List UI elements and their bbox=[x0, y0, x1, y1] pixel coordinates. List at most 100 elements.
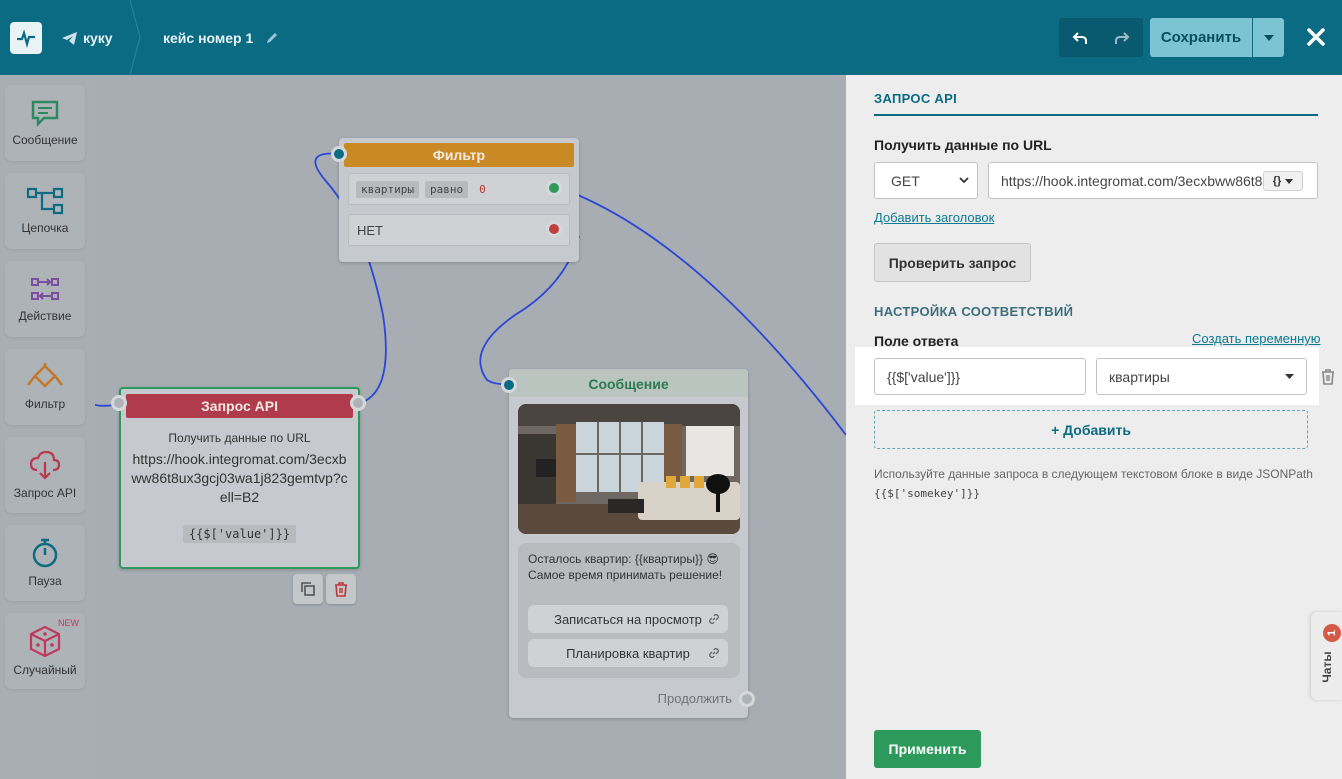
save-options-button[interactable] bbox=[1253, 18, 1284, 57]
palette-label: Случайный bbox=[13, 663, 77, 677]
chevron-down-icon bbox=[1263, 34, 1274, 41]
palette-label: Действие bbox=[18, 309, 72, 323]
api-node-path: {{$['value']}} bbox=[182, 525, 297, 543]
app-logo[interactable] bbox=[10, 22, 42, 54]
check-request-button[interactable]: Проверить запрос bbox=[874, 243, 1031, 282]
add-mapping-button[interactable]: + Добавить bbox=[874, 410, 1308, 449]
hint-text: Используйте данные запроса в следующем т… bbox=[874, 467, 1313, 481]
api-node-title: Запрос API bbox=[126, 394, 353, 418]
panel-divider bbox=[874, 114, 1318, 116]
palette-item-chain[interactable]: Цепочка bbox=[5, 173, 85, 249]
top-bar: куку кейс номер 1 Сохранить bbox=[0, 0, 1342, 75]
response-path-input[interactable]: {{$['value']}} bbox=[874, 358, 1086, 395]
message-node-title: Сообщение bbox=[509, 369, 748, 397]
message-button-label: Планировка квартир bbox=[566, 645, 690, 661]
message-node[interactable]: Сообщение Осталось квартир: {{квартиры}}… bbox=[501, 369, 755, 718]
telegram-icon bbox=[62, 31, 77, 45]
variable-select[interactable]: квартиры bbox=[1096, 358, 1307, 395]
close-icon bbox=[1307, 28, 1325, 46]
api-request-node[interactable]: Запрос API Получить данные по URL https:… bbox=[111, 387, 366, 569]
chats-tab[interactable]: 1 Чаты bbox=[1311, 612, 1342, 700]
palette-label: Запрос API bbox=[13, 486, 77, 500]
pencil-icon[interactable] bbox=[265, 31, 279, 45]
else-label: НЕТ bbox=[357, 222, 383, 238]
message-button-2[interactable]: Планировка квартир bbox=[528, 639, 728, 667]
panel-section-title: ЗАПРОС API bbox=[874, 91, 957, 106]
api-request-icon bbox=[29, 450, 61, 480]
variable-value: квартиры bbox=[1109, 368, 1170, 385]
palette-item-action[interactable]: Действие bbox=[5, 261, 85, 337]
method-value: GET bbox=[891, 172, 920, 189]
api-node-subtitle: Получить данные по URL bbox=[168, 431, 311, 445]
undo-button[interactable] bbox=[1059, 18, 1101, 57]
mapping-title: НАСТРОЙКА СООТВЕТСТВИЙ bbox=[874, 304, 1074, 319]
chevron-down-icon bbox=[1285, 178, 1294, 184]
action-icon bbox=[31, 278, 59, 300]
message-text: Осталось квартир: {{квартиры}} 😎 Самое в… bbox=[528, 552, 723, 582]
method-select[interactable]: GET bbox=[874, 162, 978, 199]
api-output-port[interactable] bbox=[350, 395, 366, 411]
condition-field: квартиры bbox=[356, 180, 419, 198]
new-badge: NEW bbox=[58, 618, 79, 628]
filter-condition-row[interactable]: квартиры равно 0 bbox=[348, 173, 570, 205]
braces-icon: {} bbox=[1272, 175, 1282, 187]
undo-icon bbox=[1072, 31, 1087, 44]
insert-variable-button[interactable]: {} bbox=[1263, 171, 1303, 191]
apartment-photo bbox=[518, 404, 740, 534]
palette-item-message[interactable]: Сообщение bbox=[5, 85, 85, 161]
create-variable-link[interactable]: Создать переменную bbox=[1192, 331, 1321, 346]
link-icon bbox=[709, 648, 719, 658]
close-button[interactable] bbox=[1300, 20, 1332, 54]
chats-label: Чаты bbox=[1320, 651, 1334, 683]
trash-icon bbox=[335, 581, 347, 597]
chats-count-badge: 1 bbox=[1323, 624, 1341, 642]
apply-button[interactable]: Применить bbox=[874, 730, 981, 768]
filter-true-port[interactable] bbox=[546, 180, 562, 196]
filter-input-port[interactable] bbox=[331, 146, 347, 162]
palette-item-filter[interactable]: Фильтр bbox=[5, 349, 85, 425]
filter-else-row[interactable]: НЕТ bbox=[348, 214, 570, 246]
trash-icon bbox=[1322, 369, 1334, 385]
delete-mapping-button[interactable] bbox=[1318, 367, 1338, 387]
breadcrumb-case[interactable]: кейс номер 1 bbox=[163, 30, 279, 46]
palette-item-pause[interactable]: Пауза bbox=[5, 525, 85, 601]
filter-node[interactable]: Фильтр квартиры равно 0 НЕТ bbox=[331, 138, 579, 262]
url-input[interactable]: https://hook.integromat.com/3ecxbww86t8u… bbox=[988, 162, 1318, 199]
case-name: кейс номер 1 bbox=[163, 30, 254, 46]
url-label: Получить данные по URL bbox=[874, 137, 1052, 153]
message-image bbox=[518, 404, 740, 534]
condition-operator: равно bbox=[424, 180, 469, 198]
dice-icon bbox=[29, 625, 61, 657]
pause-timer-icon bbox=[32, 538, 58, 568]
flow-canvas[interactable]: Фильтр квартиры равно 0 НЕТ Запрос API П… bbox=[95, 75, 846, 779]
condition-value: 0 bbox=[479, 182, 486, 196]
filter-false-port[interactable] bbox=[546, 221, 562, 237]
message-icon bbox=[31, 100, 59, 127]
response-path-value: {{$['value']}} bbox=[887, 368, 961, 385]
redo-icon bbox=[1115, 31, 1130, 44]
message-input-port[interactable] bbox=[501, 377, 517, 393]
hint: Используйте данные запроса в следующем т… bbox=[874, 465, 1314, 503]
url-value: https://hook.integromat.com/3ecxbww86t8u… bbox=[1001, 172, 1275, 189]
redo-button[interactable] bbox=[1101, 18, 1143, 57]
message-continue-port[interactable] bbox=[739, 691, 755, 707]
chevron-down-icon bbox=[959, 177, 969, 184]
link-icon bbox=[709, 614, 719, 624]
delete-node-button[interactable] bbox=[326, 574, 356, 604]
filter-node-title: Фильтр bbox=[344, 143, 574, 167]
message-body: Осталось квартир: {{квартиры}} 😎 Самое в… bbox=[518, 543, 740, 678]
history-controls bbox=[1059, 18, 1143, 57]
message-button-1[interactable]: Записаться на просмотр bbox=[528, 605, 728, 633]
hint-code: {{$['somekey']}} bbox=[874, 487, 980, 500]
palette-item-random[interactable]: NEW Случайный bbox=[5, 613, 85, 689]
save-button[interactable]: Сохранить bbox=[1150, 18, 1252, 57]
palette-label: Сообщение bbox=[12, 133, 78, 147]
chevron-down-icon bbox=[1285, 374, 1294, 379]
add-header-link[interactable]: Добавить заголовок bbox=[874, 210, 994, 225]
api-input-port[interactable] bbox=[111, 395, 127, 411]
copy-icon bbox=[301, 582, 315, 596]
filter-icon bbox=[27, 363, 63, 388]
palette-item-api-request[interactable]: Запрос API bbox=[5, 437, 85, 513]
copy-node-button[interactable] bbox=[293, 574, 323, 604]
breadcrumb-bot[interactable]: куку bbox=[62, 30, 113, 46]
